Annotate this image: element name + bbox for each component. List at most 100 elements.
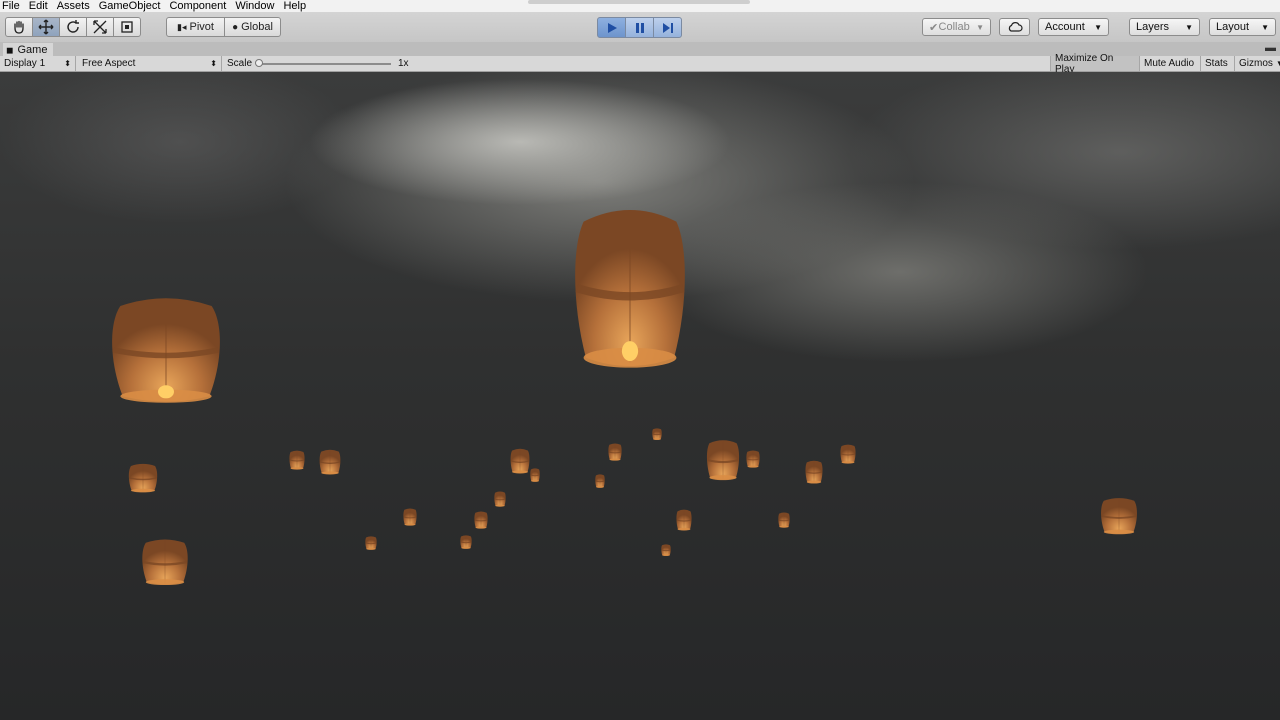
move-tool-button[interactable]	[32, 17, 60, 37]
rect-icon	[121, 21, 133, 33]
sky-lantern	[510, 448, 530, 474]
main-toolbar: ▮◂ Pivot ● Global ✔ Collab ▼ Account ▼ L…	[0, 12, 1280, 43]
layers-dropdown[interactable]: Layers ▼	[1129, 18, 1200, 36]
menu-file[interactable]: File	[0, 0, 26, 12]
pivot-label: Pivot	[189, 21, 214, 33]
layout-dropdown[interactable]: Layout ▼	[1209, 18, 1276, 36]
move-icon	[38, 19, 54, 35]
mute-audio-toggle[interactable]: Mute Audio	[1139, 56, 1200, 71]
chevron-down-icon: ▼	[1275, 59, 1280, 68]
game-viewport[interactable]	[0, 72, 1280, 720]
sky-lantern	[474, 511, 488, 529]
menu-component[interactable]: Component	[166, 0, 232, 12]
sky-lantern	[1101, 498, 1137, 535]
menu-edit[interactable]: Edit	[26, 0, 54, 12]
menu-gameobject[interactable]: GameObject	[96, 0, 167, 12]
tab-menu-icon[interactable]: ▬	[1265, 42, 1276, 54]
transform-tools	[5, 17, 141, 37]
window-title-blur	[528, 0, 750, 4]
stats-toggle[interactable]: Stats	[1200, 56, 1234, 71]
scale-label: Scale	[227, 58, 253, 69]
sky-lantern	[460, 535, 472, 549]
rotate-icon	[67, 20, 79, 33]
account-dropdown[interactable]: Account ▼	[1038, 18, 1109, 36]
gizmos-dropdown[interactable]: Gizmos ▼	[1234, 56, 1280, 71]
menu-assets[interactable]: Assets	[54, 0, 96, 12]
collab-label: Collab	[938, 21, 970, 33]
play-icon	[607, 22, 617, 33]
layers-label: Layers	[1136, 21, 1170, 33]
cloud-button[interactable]	[999, 18, 1030, 36]
sky-lantern	[746, 450, 760, 468]
sky-lantern	[142, 539, 188, 586]
display-dropdown[interactable]: Display 1 ⬍	[0, 56, 76, 71]
chevron-down-icon: ▼	[1185, 22, 1193, 32]
game-icon: ◼	[6, 44, 14, 55]
cloud-icon	[1008, 22, 1023, 32]
play-controls	[597, 17, 682, 38]
updown-icon: ⬍	[64, 59, 71, 68]
sky-lantern-scene	[112, 209, 1137, 586]
rect-tool-button[interactable]	[113, 17, 141, 37]
aspect-label: Free Aspect	[82, 58, 136, 69]
chevron-down-icon: ▼	[1261, 22, 1269, 32]
sky-lantern	[840, 444, 856, 464]
tab-game-label: Game	[17, 44, 48, 56]
maximize-on-play-toggle[interactable]: Maximize On Play	[1050, 53, 1139, 75]
sky-lantern	[365, 536, 377, 550]
collab-dropdown[interactable]: ✔ Collab ▼	[922, 18, 991, 36]
flame-icon	[158, 385, 174, 399]
sky-lantern	[319, 449, 341, 475]
layout-label: Layout	[1216, 21, 1250, 33]
scale-tool-button[interactable]	[86, 17, 114, 37]
sky-lantern	[661, 544, 671, 557]
gizmos-label: Gizmos	[1239, 58, 1273, 69]
check-icon: ✔	[929, 21, 939, 34]
display-label: Display 1	[4, 58, 46, 69]
sky-lantern	[494, 491, 506, 507]
sky-lantern	[676, 509, 692, 531]
step-icon	[662, 22, 673, 33]
tab-game[interactable]: ◼ Game	[3, 43, 54, 57]
menu-help[interactable]: Help	[280, 0, 312, 12]
sky-lantern	[530, 468, 540, 482]
play-button[interactable]	[597, 17, 626, 38]
sky-lantern	[608, 443, 622, 461]
mute-label: Mute Audio	[1144, 58, 1195, 69]
sky-lantern	[128, 463, 158, 493]
step-button[interactable]	[653, 17, 682, 38]
hand-tool-button[interactable]	[5, 17, 33, 37]
pause-icon	[635, 22, 644, 33]
sky-lantern	[706, 440, 740, 481]
game-options-bar: Display 1 ⬍ Free Aspect ⬍ Scale 1x Maxim…	[0, 53, 1280, 75]
sky-lantern	[778, 512, 790, 528]
sky-lantern	[575, 209, 685, 368]
account-label: Account	[1045, 21, 1085, 33]
aspect-dropdown[interactable]: Free Aspect ⬍	[78, 56, 222, 71]
pause-button[interactable]	[625, 17, 654, 38]
pivot-icon: ▮◂	[177, 21, 187, 32]
sky-lantern	[112, 298, 220, 403]
sky-lantern	[289, 450, 305, 470]
menu-window[interactable]: Window	[232, 0, 280, 12]
chevron-down-icon: ▼	[976, 22, 984, 32]
global-label: Global	[241, 21, 273, 33]
scale-icon	[93, 20, 107, 34]
hand-icon	[14, 20, 24, 34]
scale-value: 1x	[398, 58, 409, 69]
global-toggle[interactable]: ● Global	[224, 17, 281, 37]
sky-lantern	[403, 508, 417, 526]
rotate-tool-button[interactable]	[59, 17, 87, 37]
sky-lantern	[652, 428, 662, 441]
scale-slider-track[interactable]	[258, 63, 391, 65]
chevron-down-icon: ▼	[1094, 22, 1102, 32]
stats-label: Stats	[1205, 58, 1228, 69]
handle-toggles: ▮◂ Pivot ● Global	[166, 17, 281, 37]
pivot-toggle[interactable]: ▮◂ Pivot	[166, 17, 225, 37]
flame-icon	[621, 341, 639, 362]
globe-icon: ●	[232, 21, 239, 33]
sky-lantern	[595, 474, 605, 488]
updown-icon: ⬍	[210, 59, 217, 68]
scale-slider-handle[interactable]	[255, 59, 263, 67]
sky-lantern	[805, 460, 823, 484]
